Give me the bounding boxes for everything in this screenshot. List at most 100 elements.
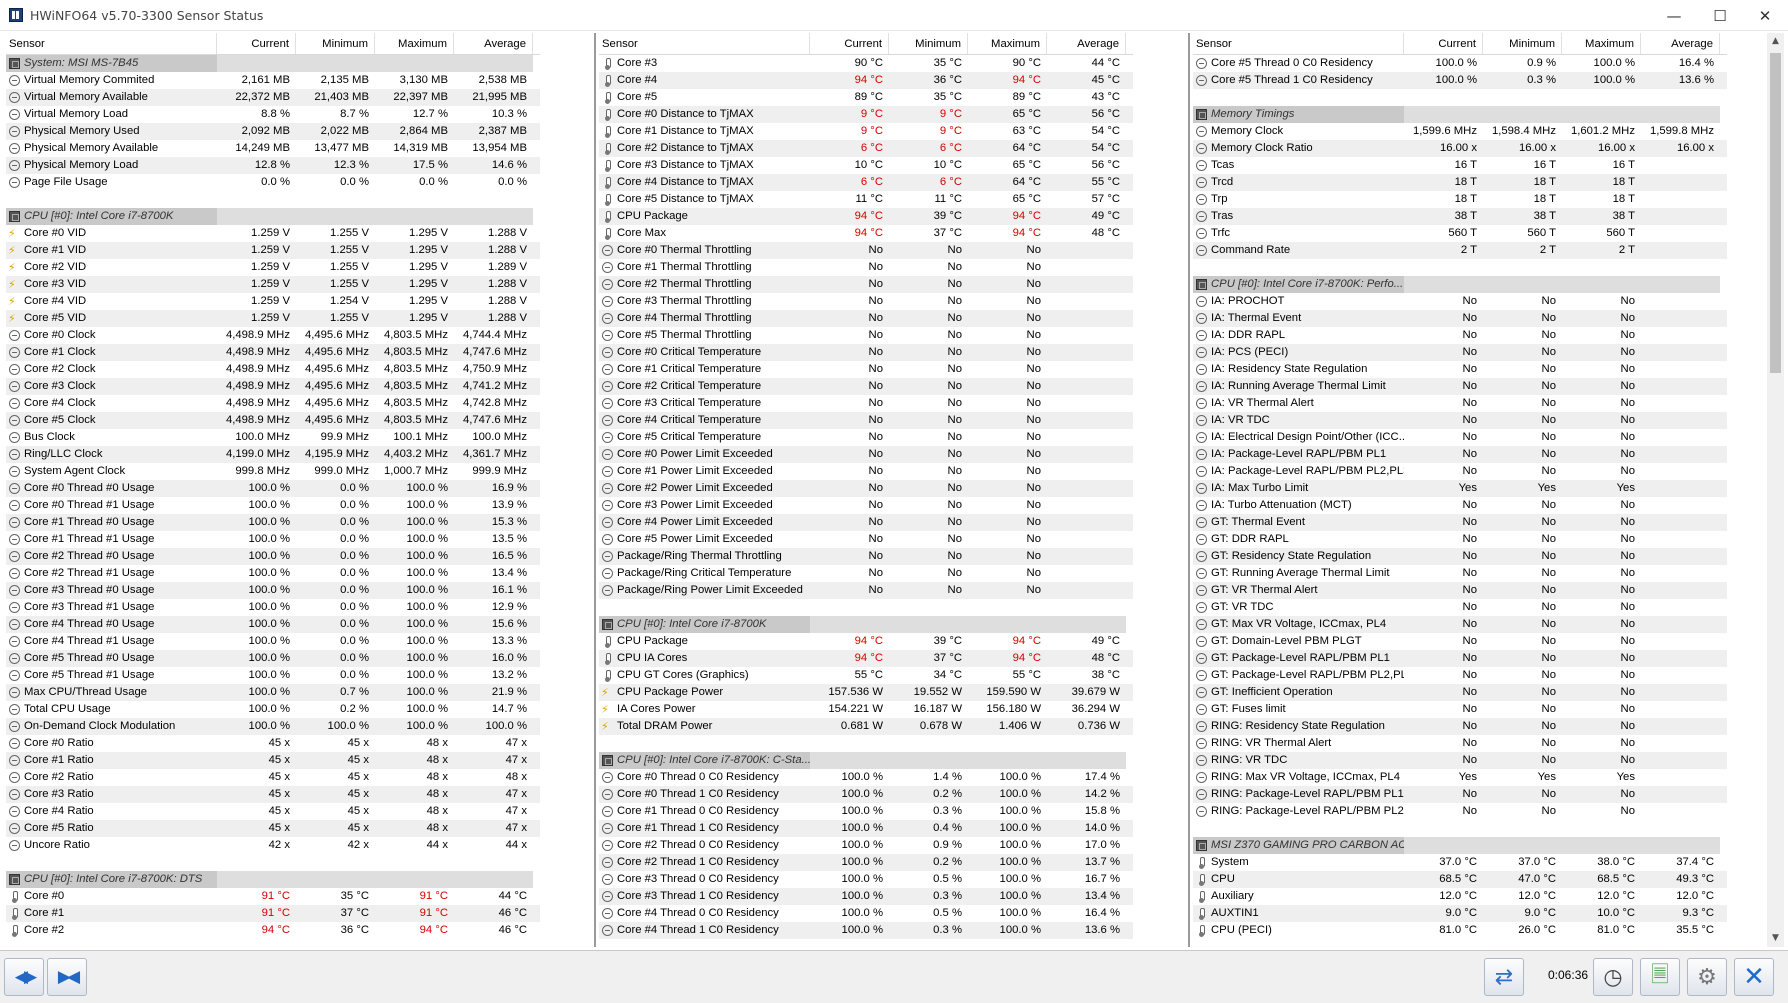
sensor-row[interactable]: GT: Thermal Event No No No (1193, 514, 1727, 531)
panel-divider[interactable] (594, 33, 596, 947)
minimum-column-header[interactable]: Minimum (296, 33, 375, 54)
sensor-row[interactable]: Core #5 Thread #0 Usage 100.0 % 0.0 % 100.0… (6, 650, 540, 667)
sensor-row[interactable]: Package/Ring Thermal Throttling No No No (599, 548, 1133, 565)
sensor-row[interactable]: Core #1 Thread #0 Usage 100.0 % 0.0 % 100.0… (6, 514, 540, 531)
sensor-row[interactable]: Virtual Memory Available 22,372 MB 21,403 … (6, 89, 540, 106)
sensor-row[interactable]: Core #5 Ratio 45 x 45 x 48 x 47 x (6, 820, 540, 837)
sensor-row[interactable]: IA Cores Power 154.221 W 16.187 W 156.180 W… (599, 701, 1133, 718)
sensor-row[interactable]: Core #0 VID 1.259 V 1.255 V 1.295 V 1.288 V (6, 225, 540, 242)
sensor-row[interactable]: IA: Max Turbo Limit Yes Yes Yes (1193, 480, 1727, 497)
sensor-row[interactable]: Core #0 Thread 1 C0 Residency 100.0 % 0.2 … (599, 786, 1133, 803)
sensor-row[interactable]: Core #4 Distance to TjMAX 6 °C 6 °C 64 °C 55… (599, 174, 1133, 191)
close-window-button[interactable]: ✕ (1742, 0, 1788, 31)
expand-columns-button[interactable]: ◀▶ (4, 958, 44, 996)
sensor-row[interactable]: Core #3 Ratio 45 x 45 x 48 x 47 x (6, 786, 540, 803)
sensor-row[interactable]: IA: PROCHOT No No No (1193, 293, 1727, 310)
sensor-row[interactable]: Core #1 Thread 1 C0 Residency 100.0 % 0.4 … (599, 820, 1133, 837)
maximum-column-header[interactable]: Maximum (968, 33, 1047, 54)
column-header[interactable]: Sensor Current Minimum Maximum Average (1193, 33, 1727, 55)
sensor-row[interactable]: Core #4 VID 1.259 V 1.254 V 1.295 V 1.288 V (6, 293, 540, 310)
column-header[interactable]: Sensor Current Minimum Maximum Average (6, 33, 540, 55)
sensor-group-header[interactable]: CPU [#0]: Intel Core i7-8700K (6, 208, 540, 225)
sensor-group-header[interactable]: MSI Z370 GAMING PRO CARBON AC (... (1193, 837, 1727, 854)
sensor-row[interactable]: RING: Package-Level RAPL/PBM PL2,... No No… (1193, 803, 1727, 820)
network-button[interactable]: ⇄ (1484, 958, 1524, 996)
sensor-row[interactable]: Core #4 Critical Temperature No No No (599, 412, 1133, 429)
sensor-row[interactable]: Core #1 Power Limit Exceeded No No No (599, 463, 1133, 480)
sensor-row[interactable]: Core #0 Thread #1 Usage 100.0 % 0.0 % 100.0… (6, 497, 540, 514)
sensor-row[interactable]: Core #1 91 °C 37 °C 91 °C 46 °C (6, 905, 540, 922)
sensor-row[interactable]: AUXTIN1 9.0 °C 9.0 °C 10.0 °C 9.3 °C (1193, 905, 1727, 922)
sensor-row[interactable]: Core #4 94 °C 36 °C 94 °C 45 °C (599, 72, 1133, 89)
sensor-row[interactable]: Core #2 Distance to TjMAX 6 °C 6 °C 64 °C 54… (599, 140, 1133, 157)
sensor-column-header[interactable]: Sensor (6, 33, 217, 54)
sensor-row[interactable]: Core #3 Thread #0 Usage 100.0 % 0.0 % 100.0… (6, 582, 540, 599)
sensor-row[interactable]: On-Demand Clock Modulation 100.0 % 100.0 %… (6, 718, 540, 735)
vertical-scrollbar[interactable]: ▲ ▼ (1767, 33, 1784, 947)
sensor-row[interactable]: Core #0 Power Limit Exceeded No No No (599, 446, 1133, 463)
minimize-button[interactable]: — (1651, 0, 1697, 31)
sensor-row[interactable]: GT: Package-Level RAPL/PBM PL1 No No No (1193, 650, 1727, 667)
sensor-row[interactable]: Core #1 Critical Temperature No No No (599, 361, 1133, 378)
sensor-row[interactable]: Uncore Ratio 42 x 42 x 44 x 44 x (6, 837, 540, 854)
sensor-row[interactable]: Total CPU Usage 100.0 % 0.2 % 100.0 % 14.7 % (6, 701, 540, 718)
sensor-row[interactable]: Trp 18 T 18 T 18 T (1193, 191, 1727, 208)
sensor-row[interactable]: IA: Package-Level RAPL/PBM PL2,PL3 No No No (1193, 463, 1727, 480)
sensor-row[interactable]: GT: VR Thermal Alert No No No (1193, 582, 1727, 599)
sensor-row[interactable]: System Agent Clock 999.8 MHz 999.0 MHz 1,00… (6, 463, 540, 480)
sensor-row[interactable]: Core #3 90 °C 35 °C 90 °C 44 °C (599, 55, 1133, 72)
sensor-row[interactable]: Memory Clock Ratio 16.00 x 16.00 x 16.00 x 1… (1193, 140, 1727, 157)
sensor-row[interactable]: CPU Package 94 °C 39 °C 94 °C 49 °C (599, 208, 1133, 225)
sensor-row[interactable]: Trcd 18 T 18 T 18 T (1193, 174, 1727, 191)
sensor-row[interactable]: Virtual Memory Commited 2,161 MB 2,135 MB 3… (6, 72, 540, 89)
sensor-row[interactable]: GT: Max VR Voltage, ICCmax, PL4 No No No (1193, 616, 1727, 633)
sensor-row[interactable]: RING: VR Thermal Alert No No No (1193, 735, 1727, 752)
sensor-row[interactable]: Core #5 Critical Temperature No No No (599, 429, 1133, 446)
sensor-row[interactable]: CPU IA Cores 94 °C 37 °C 94 °C 48 °C (599, 650, 1133, 667)
sensor-row[interactable]: Total DRAM Power 0.681 W 0.678 W 1.406 W 0.7… (599, 718, 1133, 735)
sensor-row[interactable]: IA: Package-Level RAPL/PBM PL1 No No No (1193, 446, 1727, 463)
sensor-row[interactable]: Core #5 Thread 0 C0 Residency 100.0 % 0.9 … (1193, 55, 1727, 72)
sensor-row[interactable]: Trfc 560 T 560 T 560 T (1193, 225, 1727, 242)
sensor-row[interactable]: GT: Residency State Regulation No No No (1193, 548, 1727, 565)
sensor-row[interactable]: Core #1 Ratio 45 x 45 x 48 x 47 x (6, 752, 540, 769)
column-header[interactable]: Sensor Current Minimum Maximum Average (599, 33, 1133, 55)
sensor-row[interactable]: GT: Fuses limit No No No (1193, 701, 1727, 718)
current-column-header[interactable]: Current (1404, 33, 1483, 54)
sensor-row[interactable]: IA: DDR RAPL No No No (1193, 327, 1727, 344)
sensor-column-header[interactable]: Sensor (1193, 33, 1404, 54)
sensor-row[interactable]: Core #2 Thread 1 C0 Residency 100.0 % 0.2 … (599, 854, 1133, 871)
sensor-row[interactable]: IA: Turbo Attenuation (MCT) No No No (1193, 497, 1727, 514)
maximum-column-header[interactable]: Maximum (375, 33, 454, 54)
scroll-up-arrow-icon[interactable]: ▲ (1767, 33, 1784, 50)
sensor-group-header[interactable]: System: MSI MS-7B45 (6, 55, 540, 72)
sensor-row[interactable]: Core #3 Critical Temperature No No No (599, 395, 1133, 412)
sensor-row[interactable]: IA: VR TDC No No No (1193, 412, 1727, 429)
exit-button[interactable]: ✕ (1734, 958, 1774, 996)
minimum-column-header[interactable]: Minimum (1483, 33, 1562, 54)
sensor-row[interactable]: Core #4 Thread 0 C0 Residency 100.0 % 0.5 … (599, 905, 1133, 922)
sensor-row[interactable]: Core #5 Clock 4,498.9 MHz 4,495.6 MHz 4,803… (6, 412, 540, 429)
sensor-row[interactable]: Core #2 Thread #1 Usage 100.0 % 0.0 % 100.0… (6, 565, 540, 582)
sensor-row[interactable]: Core #1 Thread #1 Usage 100.0 % 0.0 % 100.0… (6, 531, 540, 548)
sensor-row[interactable]: RING: VR TDC No No No (1193, 752, 1727, 769)
sensor-group-header[interactable]: CPU [#0]: Intel Core i7-8700K (599, 616, 1133, 633)
average-column-header[interactable]: Average (454, 33, 533, 54)
sensor-row[interactable]: Core #2 Critical Temperature No No No (599, 378, 1133, 395)
average-column-header[interactable]: Average (1641, 33, 1720, 54)
scrollbar-thumb[interactable] (1770, 53, 1781, 373)
scroll-down-arrow-icon[interactable]: ▼ (1767, 930, 1784, 947)
sensor-group-header[interactable]: Memory Timings (1193, 106, 1727, 123)
sensor-row[interactable]: Core #5 Thermal Throttling No No No (599, 327, 1133, 344)
sensor-row[interactable]: CPU 68.5 °C 47.0 °C 68.5 °C 49.3 °C (1193, 871, 1727, 888)
sensor-row[interactable]: Physical Memory Available 14,249 MB 13,477… (6, 140, 540, 157)
sensor-row[interactable]: Core #0 Thread 0 C0 Residency 100.0 % 1.4 … (599, 769, 1133, 786)
sensor-row[interactable]: GT: DDR RAPL No No No (1193, 531, 1727, 548)
sensor-row[interactable]: RING: Residency State Regulation No No No (1193, 718, 1727, 735)
sensor-row[interactable]: Core #3 Distance to TjMAX 10 °C 10 °C 65 °C… (599, 157, 1133, 174)
sensor-row[interactable]: Core #2 Power Limit Exceeded No No No (599, 480, 1133, 497)
sensor-row[interactable]: Core Max 94 °C 37 °C 94 °C 48 °C (599, 225, 1133, 242)
sensor-row[interactable]: Core #5 Thread 1 C0 Residency 100.0 % 0.3 … (1193, 72, 1727, 89)
sensor-row[interactable]: CPU GT Cores (Graphics) 55 °C 34 °C 55 °C 38… (599, 667, 1133, 684)
sensor-row[interactable]: Core #4 Thread #1 Usage 100.0 % 0.0 % 100.0… (6, 633, 540, 650)
